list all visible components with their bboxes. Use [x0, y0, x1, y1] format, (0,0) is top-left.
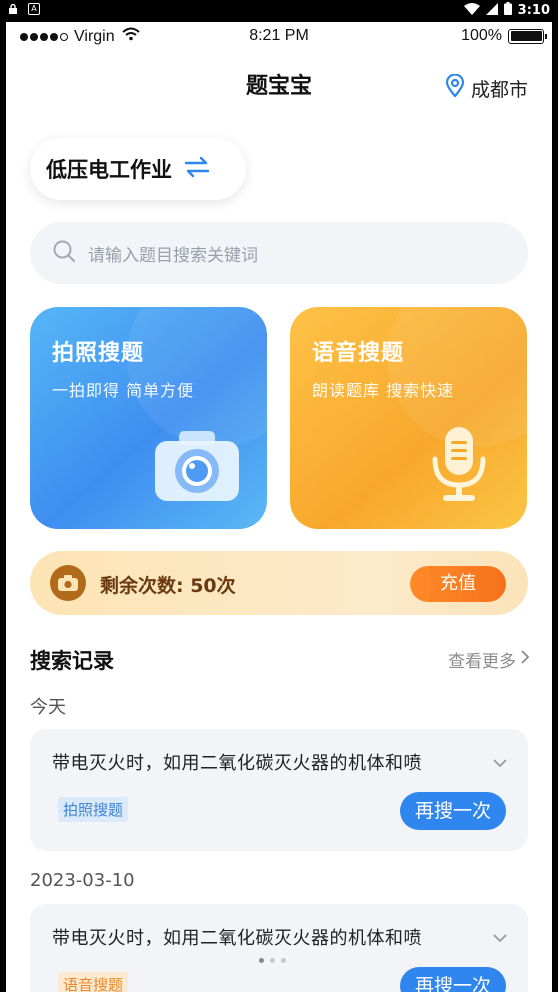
search-again-button[interactable]: 再搜一次 — [400, 792, 506, 830]
camera-badge-icon — [50, 565, 86, 601]
history-date: 2023-03-10 — [30, 870, 135, 891]
history-date: 今天 — [30, 697, 66, 718]
photo-search-card[interactable]: 拍照搜题 一拍即得 简单方便 — [30, 307, 267, 529]
android-status-bar: A 3:10 — [0, 0, 558, 22]
subject-selector[interactable]: 低压电工作业 — [30, 138, 246, 200]
search-again-button[interactable]: 再搜一次 — [400, 967, 506, 992]
page-indicator — [259, 958, 286, 963]
camera-icon — [153, 429, 243, 509]
voice-search-card[interactable]: 语音搜题 朗读题库 搜索快速 — [290, 307, 527, 529]
search-input[interactable]: 请输入题目搜索关键词 — [30, 222, 528, 284]
wifi-icon — [463, 2, 480, 19]
search-icon — [52, 239, 76, 268]
remaining-count-text: 剩余次数: 50次 — [100, 575, 236, 597]
search-placeholder: 请输入题目搜索关键词 — [88, 245, 258, 266]
location-pin-icon — [445, 73, 465, 103]
lock-icon — [8, 3, 18, 18]
chevron-down-icon[interactable] — [492, 928, 508, 947]
history-title: 搜索记录 — [30, 649, 114, 673]
microphone-icon — [429, 425, 489, 509]
remaining-count-bar: 剩余次数: 50次 充值 — [30, 551, 528, 615]
location-label: 成都市 — [470, 79, 528, 101]
battery-icon — [508, 28, 547, 44]
signal-icon — [485, 2, 498, 19]
a-icon: A — [28, 3, 40, 15]
photo-card-subtitle: 一拍即得 简单方便 — [52, 381, 195, 400]
record-question: 带电灭火时，如用二氧化碳灭火器的机体和喷 — [52, 928, 422, 949]
chevron-down-icon[interactable] — [492, 753, 508, 772]
history-record[interactable]: 带电灭火时，如用二氧化碳灭火器的机体和喷 拍照搜题 再搜一次 — [30, 729, 528, 851]
ios-status-bar: Virgin 8:21 PM 100% — [6, 22, 552, 52]
record-tag: 拍照搜题 — [58, 797, 129, 822]
battery-percent: 100% — [461, 27, 502, 44]
device-frame-right — [552, 22, 558, 992]
subject-label: 低压电工作业 — [46, 158, 172, 182]
android-clock: 3:10 — [517, 3, 550, 18]
record-tag: 语音搜题 — [58, 972, 129, 992]
swap-icon — [184, 156, 210, 183]
history-record[interactable]: 带电灭火时，如用二氧化碳灭火器的机体和喷 语音搜题 再搜一次 — [30, 904, 528, 992]
voice-card-subtitle: 朗读题库 搜索快速 — [312, 381, 455, 400]
chevron-right-icon — [520, 649, 530, 670]
view-more-link[interactable]: 查看更多 — [448, 647, 530, 672]
photo-card-title: 拍照搜题 — [52, 341, 145, 366]
device-frame-left — [0, 22, 6, 992]
voice-card-title: 语音搜题 — [312, 341, 405, 366]
battery-icon — [503, 2, 512, 19]
recharge-button[interactable]: 充值 — [410, 566, 506, 602]
view-more-label: 查看更多 — [448, 652, 516, 672]
record-question: 带电灭火时，如用二氧化碳灭火器的机体和喷 — [52, 753, 422, 774]
location-selector[interactable]: 成都市 — [445, 73, 528, 103]
